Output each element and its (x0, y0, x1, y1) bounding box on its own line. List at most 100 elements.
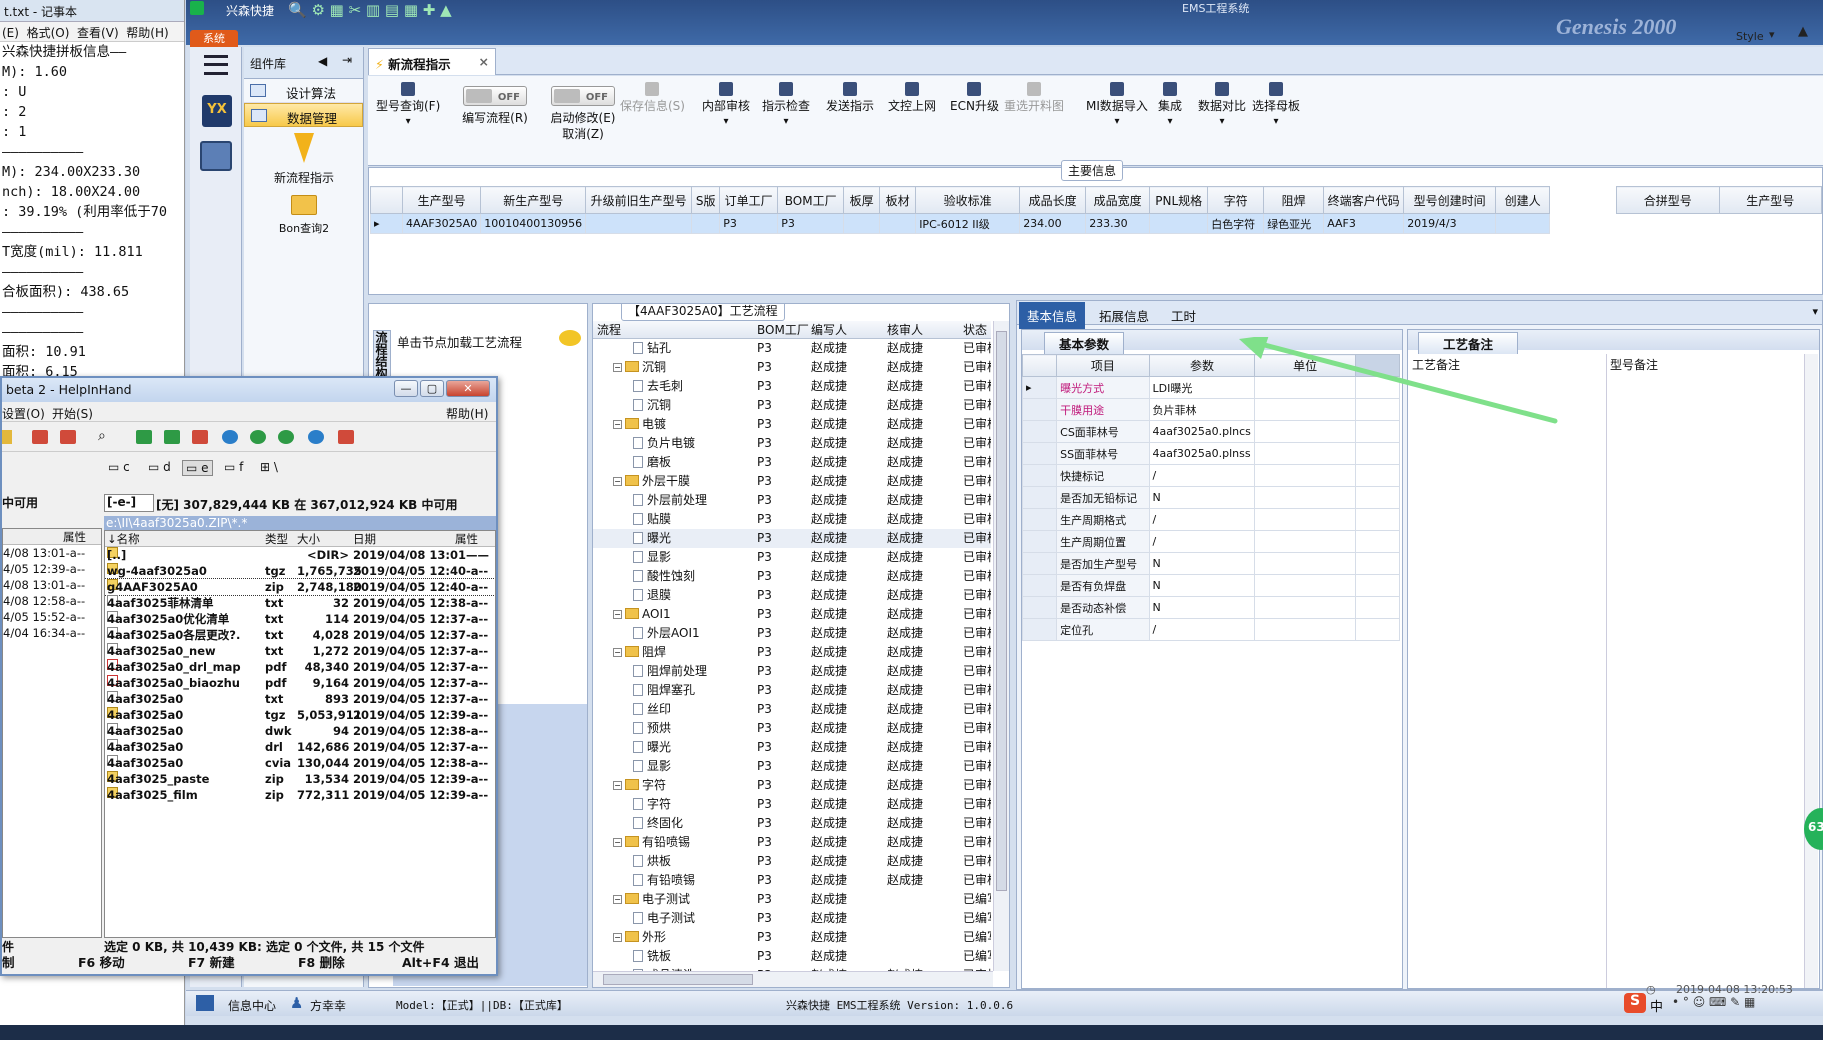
file-row[interactable]: 4aaf3025菲林清单 txt 32 2019/04/05 12:38-a-- (105, 595, 495, 611)
tree-vertical-scrollbar[interactable] (993, 321, 1009, 971)
fkey-copy[interactable]: 制 (2, 952, 15, 971)
tree-node[interactable]: 曝光 (633, 738, 671, 757)
ftp-icon[interactable] (32, 430, 48, 444)
tree-row[interactable]: 阻焊前处理 P3 赵成捷 赵成捷 已审核 (593, 662, 991, 681)
main-cell[interactable] (691, 213, 721, 234)
main-cell[interactable]: IPC-6012 II级 (915, 213, 1021, 234)
collapse-icon[interactable]: − (613, 420, 622, 429)
main-cell[interactable]: 234.00 (1019, 213, 1087, 234)
toolbar-button-11[interactable]: 集成 ▾ (1158, 76, 1182, 130)
file-row[interactable]: 4aaf3025_film zip 772,311 2019/04/05 12:39-… (105, 787, 495, 803)
drive-d[interactable]: ▭ d (148, 460, 171, 474)
toolbar-button-1[interactable]: OFF 编写流程(R) (450, 76, 540, 126)
param-value[interactable]: N (1148, 596, 1256, 619)
load-process-hint[interactable]: 单击节点加载工艺流程 (393, 324, 587, 354)
minimize-button[interactable]: — (394, 380, 418, 397)
folder-icon[interactable] (2, 430, 12, 444)
main-col-header[interactable]: 成品长度 (1019, 186, 1087, 214)
left-file-row[interactable]: 4/05 15:52-a-- (3, 609, 101, 625)
file-row[interactable]: 4aaf3025a0 tgz 5,053,911 2019/04/05 12:39-a… (105, 707, 495, 723)
tree-node[interactable]: 终固化 (633, 814, 683, 833)
main-cell[interactable]: 白色字符 (1207, 213, 1265, 234)
tree-row[interactable]: 钻孔 P3 赵成捷 赵成捷 已审核 (593, 339, 991, 358)
tree-col-header[interactable]: BOM工厂 (757, 321, 809, 338)
param-unit[interactable] (1254, 552, 1356, 575)
collapse-icon[interactable]: − (613, 933, 622, 942)
maximize-button[interactable]: ▢ (420, 380, 444, 397)
tree-row[interactable]: 丝印 P3 赵成捷 赵成捷 已审核 (593, 700, 991, 719)
menu-settings[interactable]: 设置(O) (2, 405, 45, 422)
params-row[interactable]: 定位孔 / (1021, 618, 1401, 641)
tool-icon[interactable] (308, 430, 324, 444)
toolbar-button-0[interactable]: 型号查询(F) ▾ (376, 76, 440, 130)
tree-row[interactable]: 铣板 P3 赵成捷 已编写 (593, 947, 991, 966)
collapse-icon[interactable]: − (613, 838, 622, 847)
yx-module-icon[interactable]: YX (202, 95, 232, 127)
calculator-module-icon[interactable] (200, 141, 232, 171)
fkey-delete[interactable]: F8 删除 (298, 952, 345, 971)
main-cell[interactable] (1149, 213, 1209, 234)
tab-close-icon[interactable]: × (479, 54, 489, 69)
tree-row[interactable]: 退膜 P3 赵成捷 赵成捷 已审核 (593, 586, 991, 605)
param-value[interactable]: / (1148, 530, 1256, 553)
menu-start[interactable]: 开始(S) (52, 405, 93, 422)
toolbar-button-12[interactable]: 数据对比 ▾ (1198, 76, 1246, 130)
left-col-attr[interactable]: 属性 (63, 529, 86, 545)
tree-col-header[interactable]: 状态 (963, 321, 987, 338)
lib-item-design-algorithm[interactable]: 设计算法 (244, 79, 363, 103)
drive-f[interactable]: ▭ f (224, 460, 243, 474)
left-file-row[interactable]: 4/04 16:34-a-- (3, 625, 101, 641)
params-col-header[interactable]: 项目 (1056, 354, 1150, 377)
main-col-header[interactable]: 成品宽度 (1085, 186, 1151, 214)
tree-node[interactable]: 丝印 (633, 700, 671, 719)
params-row[interactable]: SS面菲林号 4aaf3025a0.plnss (1021, 442, 1401, 465)
pdf-icon[interactable] (338, 430, 354, 444)
toolbar-button-13[interactable]: 选择母板 ▾ (1252, 76, 1300, 130)
collapse-icon[interactable]: − (613, 648, 622, 657)
main-col-header[interactable]: 创建人 (1495, 186, 1551, 214)
main-cell[interactable] (879, 213, 917, 234)
drive-select[interactable]: [-e-] (104, 494, 154, 512)
param-unit[interactable] (1254, 486, 1356, 509)
tree-node[interactable]: 钻孔 (633, 339, 671, 358)
tree-node[interactable]: 磨板 (633, 453, 671, 472)
main-cell[interactable] (585, 213, 693, 234)
excel-icon[interactable] (136, 430, 152, 444)
tree-node[interactable]: 电子测试 (633, 909, 695, 928)
tree-node[interactable]: 外层AOI1 (633, 624, 700, 643)
tab-labor-hours[interactable]: 工时 (1163, 302, 1204, 329)
tree-node[interactable]: 字符 (633, 795, 671, 814)
tree-row[interactable]: 阻焊塞孔 P3 赵成捷 赵成捷 已审核 (593, 681, 991, 700)
toolbar-button-7[interactable]: 文控上网 (888, 76, 936, 114)
drive-c[interactable]: ▭ c (108, 460, 130, 474)
fkey-move[interactable]: F6 移动 (78, 952, 125, 971)
param-unit[interactable] (1254, 574, 1356, 597)
left-file-row[interactable]: 4/08 12:58-a-- (3, 593, 101, 609)
tree-node[interactable]: − 字符 (613, 776, 666, 795)
tree-row[interactable]: 有铅喷锡 P3 赵成捷 赵成捷 已审核 (593, 871, 991, 890)
tree-row[interactable]: − 电镀 P3 赵成捷 赵成捷 已审核 (593, 415, 991, 434)
main-col-header[interactable]: 新生产型号 (480, 186, 587, 214)
params-row[interactable]: 生产周期格式 / (1021, 508, 1401, 531)
pdf-icon[interactable] (192, 430, 208, 444)
toolbar-button-2[interactable]: OFF 启动修改(E) 取消(Z) (538, 76, 628, 142)
tree-node[interactable]: − 外层干膜 (613, 472, 690, 491)
tree-node[interactable]: 退膜 (633, 586, 671, 605)
tree-node[interactable]: − 外形 (613, 928, 666, 947)
info-center-link[interactable]: 信息中心 (228, 997, 276, 1014)
toolbar-button-5[interactable]: 指示检查 ▾ (762, 76, 810, 130)
main-col-header[interactable]: 板厚 (843, 186, 881, 214)
ime-mode[interactable]: 中 (1650, 996, 1663, 1015)
lib-big-new-process[interactable]: 新流程指示 (244, 133, 364, 191)
collapse-ribbon-icon[interactable]: ▲ (1798, 24, 1808, 39)
param-unit[interactable] (1254, 596, 1356, 619)
tree-node[interactable]: − 沉铜 (613, 358, 666, 377)
off-toggle[interactable]: OFF (551, 86, 615, 106)
tree-row[interactable]: 负片电镀 P3 赵成捷 赵成捷 已审核 (593, 434, 991, 453)
main-col-header[interactable]: 字符 (1207, 186, 1265, 214)
tree-node[interactable]: 烘板 (633, 852, 671, 871)
toolbar-button-8[interactable]: ECN升级 (950, 76, 999, 114)
process-note-column[interactable]: 工艺备注 (1410, 354, 1607, 988)
tree-node[interactable]: 酸性蚀刻 (633, 567, 695, 586)
right-file-panel[interactable]: ↓名称 类型 大小 日期 属性 [..] <DIR> 2019/04/08 13:0… (104, 530, 496, 938)
